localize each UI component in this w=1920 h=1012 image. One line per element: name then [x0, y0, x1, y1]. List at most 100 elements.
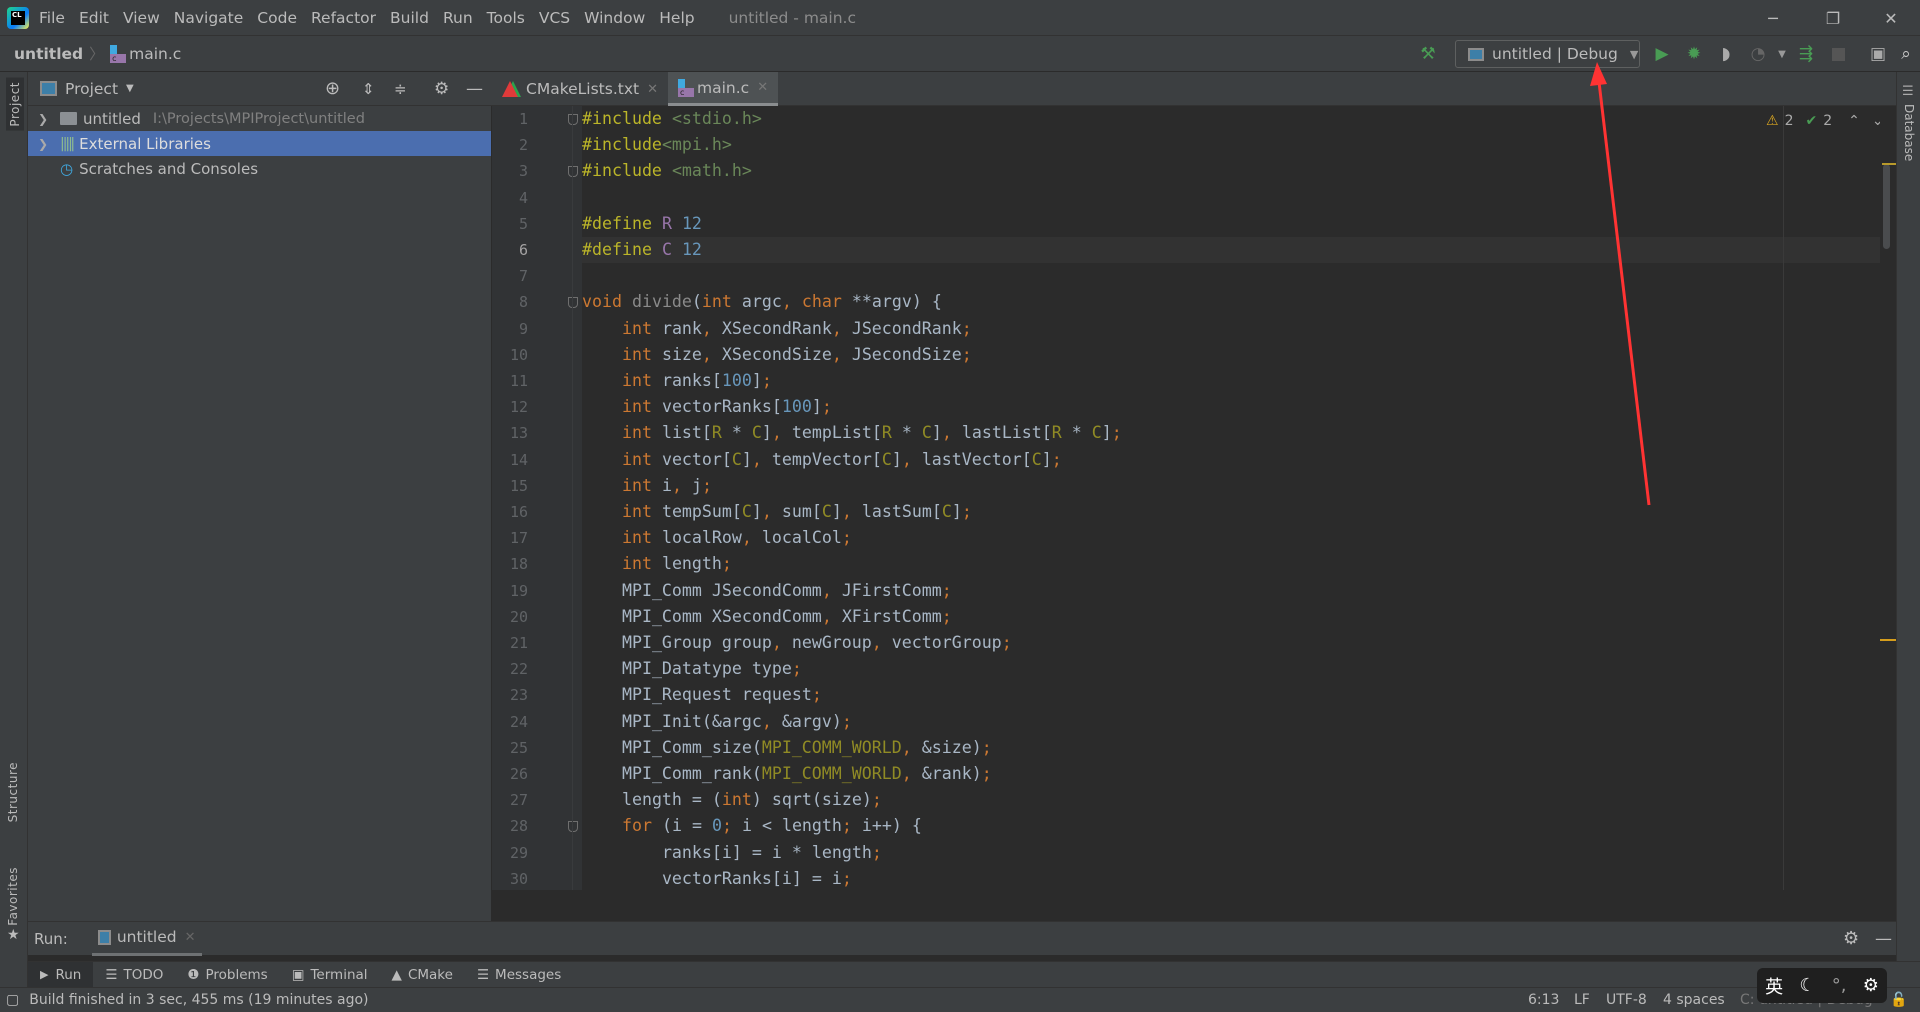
expand-all-icon[interactable]: ⇕	[362, 80, 375, 98]
gear-icon[interactable]: ⚙	[1843, 928, 1859, 949]
inspection-widget[interactable]: ⚠ 2 ✔ 2 ⌃ ⌄	[1766, 113, 1884, 129]
line-separator[interactable]: LF	[1574, 992, 1590, 1008]
moon-icon[interactable]: ☾	[1799, 975, 1815, 996]
tab-cmakelists[interactable]: CMakeLists.txt ✕	[492, 72, 668, 106]
menu-run[interactable]: Run	[443, 9, 473, 27]
tree-item-scratches[interactable]: ◷ Scratches and Consoles	[28, 156, 491, 181]
fold-marker-icon[interactable]	[568, 166, 578, 178]
editor-scrollbar[interactable]	[1880, 106, 1896, 890]
menu-build[interactable]: Build	[390, 9, 429, 27]
code-line[interactable]: int localRow, localCol;	[582, 525, 1880, 551]
menu-window[interactable]: Window	[584, 9, 645, 27]
warning-stripe-mark[interactable]	[1882, 163, 1896, 165]
project-tool-window-button[interactable]: Project	[6, 78, 24, 131]
scrollbar-thumb[interactable]	[1883, 164, 1890, 249]
code-line[interactable]: MPI_Group group, newGroup, vectorGroup;	[582, 630, 1880, 656]
tool-tab-messages[interactable]: ☰ Messages	[465, 962, 573, 988]
code-line[interactable]: MPI_Init(&argc, &argv);	[582, 709, 1880, 735]
status-message[interactable]: Build finished in 3 sec, 455 ms (19 minu…	[29, 992, 368, 1008]
gear-icon[interactable]: ⚙	[434, 79, 449, 99]
code-line[interactable]: MPI_Comm JSecondComm, JFirstComm;	[582, 578, 1880, 604]
menu-vcs[interactable]: VCS	[539, 9, 570, 27]
tool-tab-todo[interactable]: ☰ TODO	[93, 962, 175, 988]
punctuation-icon[interactable]: °,	[1832, 975, 1847, 996]
code-editor[interactable]: #include <stdio.h> #include<mpi.h> #includ…	[582, 106, 1880, 890]
warning-stripe-mark[interactable]	[1880, 639, 1896, 641]
menu-help[interactable]: Help	[659, 9, 694, 27]
ime-toolbar[interactable]: 英 ☾ °, ⚙	[1757, 968, 1887, 1003]
code-line[interactable]: int ranks[100];	[582, 368, 1880, 394]
toggle-tool-windows-icon[interactable]: ▢	[6, 992, 19, 1008]
code-line[interactable]	[582, 185, 1880, 211]
project-view-select[interactable]: Project	[65, 80, 118, 98]
menu-code[interactable]: Code	[257, 9, 297, 27]
file-encoding[interactable]: UTF-8	[1606, 992, 1647, 1008]
breadcrumb-file[interactable]: main.c	[129, 45, 181, 63]
favorites-tool-window-button[interactable]: Favorites	[6, 867, 20, 926]
tab-main-c[interactable]: main.c ✕	[668, 72, 779, 106]
menu-tools[interactable]: Tools	[487, 9, 525, 27]
code-line[interactable]: int size, XSecondSize, JSecondSize;	[582, 342, 1880, 368]
close-window-button[interactable]: ✕	[1862, 0, 1920, 36]
code-line[interactable]: int length;	[582, 551, 1880, 577]
code-line[interactable]: MPI_Comm_rank(MPI_COMM_WORLD, &rank);	[582, 761, 1880, 787]
menu-edit[interactable]: Edit	[79, 9, 109, 27]
breadcrumb-project[interactable]: untitled	[14, 45, 83, 63]
code-line[interactable]: #define C 12	[582, 237, 1880, 263]
close-tab-icon[interactable]: ✕	[757, 80, 768, 95]
run-configuration-select[interactable]: untitled | Debug ▼	[1455, 40, 1640, 68]
chevron-down-icon[interactable]: ▼	[126, 83, 134, 94]
code-line[interactable]: int rank, XSecondRank, JSecondRank;	[582, 316, 1880, 342]
database-tool-window-button[interactable]: Database	[1902, 104, 1916, 161]
build-hammer-icon[interactable]: ⚒	[1414, 40, 1442, 68]
code-line[interactable]: MPI_Comm XSecondComm, XFirstComm;	[582, 604, 1880, 630]
code-line[interactable]: int tempSum[C], sum[C], lastSum[C];	[582, 499, 1880, 525]
collapse-all-icon[interactable]: ≑	[394, 80, 407, 98]
tool-tab-terminal[interactable]: ▣ Terminal	[280, 962, 380, 988]
code-line[interactable]: int vectorRanks[100];	[582, 394, 1880, 420]
lock-icon[interactable]: 🔓	[1890, 992, 1907, 1008]
fold-marker-icon[interactable]	[568, 114, 578, 125]
indent-setting[interactable]: 4 spaces	[1663, 992, 1725, 1008]
code-line[interactable]: #define R 12	[582, 211, 1880, 237]
tree-item-external-libraries[interactable]: ❯ |||‖ External Libraries	[28, 131, 491, 156]
hide-panel-icon[interactable]: —	[466, 79, 483, 99]
previous-highlight-icon[interactable]: ⌃	[1848, 113, 1860, 129]
tool-tab-cmake[interactable]: ▲ CMake	[380, 962, 465, 988]
structure-tool-window-button[interactable]: Structure	[6, 762, 20, 822]
debug-bug-icon[interactable]: ✹	[1680, 40, 1708, 68]
run-icon[interactable]: ▶	[1648, 40, 1676, 68]
run-tab-untitled[interactable]: untitled ✕	[91, 922, 202, 956]
code-line[interactable]: vectorRanks[i] = i;	[582, 866, 1880, 890]
hide-panel-icon[interactable]: —	[1875, 929, 1892, 949]
code-line[interactable]: MPI_Request request;	[582, 682, 1880, 708]
search-icon[interactable]: ⌕	[1892, 40, 1920, 68]
menu-navigate[interactable]: Navigate	[174, 9, 244, 27]
caret-position[interactable]: 6:13	[1528, 992, 1559, 1008]
code-line[interactable]: ranks[i] = i * length;	[582, 840, 1880, 866]
minimize-window-button[interactable]: ─	[1744, 0, 1802, 36]
restore-window-button[interactable]: ❐	[1804, 0, 1862, 36]
code-line[interactable]: for (i = 0; i < length; i++) {	[582, 813, 1880, 839]
code-line[interactable]: #include <stdio.h>	[582, 106, 1880, 132]
code-line[interactable]: int vector[C], tempVector[C], lastVector…	[582, 447, 1880, 473]
fold-marker-icon[interactable]	[568, 297, 578, 309]
locate-file-icon[interactable]: ⊕	[325, 78, 340, 99]
code-line[interactable]: #include<mpi.h>	[582, 132, 1880, 158]
code-line[interactable]: MPI_Comm_size(MPI_COMM_WORLD, &size);	[582, 735, 1880, 761]
tool-tab-run[interactable]: ▶ Run	[28, 961, 94, 988]
tool-tab-problems[interactable]: ❶ Problems	[175, 962, 279, 988]
close-tab-icon[interactable]: ✕	[647, 82, 658, 97]
close-tab-icon[interactable]: ✕	[185, 930, 196, 945]
menu-refactor[interactable]: Refactor	[311, 9, 376, 27]
code-line[interactable]: int i, j;	[582, 473, 1880, 499]
menu-view[interactable]: View	[123, 9, 160, 27]
fold-marker-icon[interactable]	[568, 821, 578, 833]
ime-language[interactable]: 英	[1765, 973, 1783, 999]
tree-item-untitled[interactable]: ❯ untitled I:\Projects\MPIProject\untitl…	[28, 106, 491, 131]
chevron-right-icon[interactable]: ❯	[38, 137, 52, 151]
chevron-right-icon[interactable]: ❯	[38, 112, 52, 126]
gear-icon[interactable]: ⚙	[1863, 975, 1879, 996]
code-line[interactable]: void divide(int argc, char **argv) {	[582, 289, 1880, 315]
run-with-coverage-icon[interactable]: ◗	[1712, 40, 1740, 68]
